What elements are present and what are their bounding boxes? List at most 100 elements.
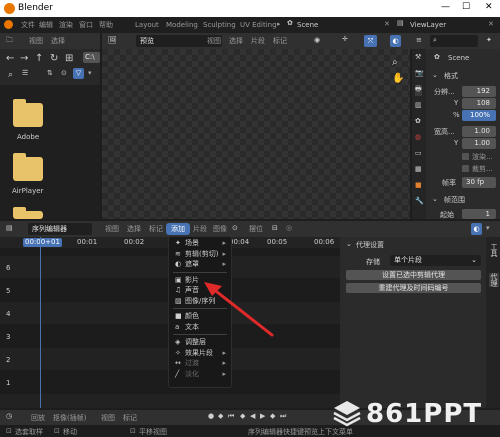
add-menu-item[interactable]: ◐ 遮罩 ▸ <box>169 259 231 270</box>
add-menu-item[interactable]: ≋ 剪辑(剪切) ▸ <box>169 249 231 260</box>
zoom-icon[interactable]: ⌕ <box>392 57 398 68</box>
add-menu-item[interactable]: ╱ 淡化 ▸ <box>169 369 231 380</box>
jump-start-icon[interactable]: ⏮ <box>228 412 234 421</box>
overlays-dropdown-icon[interactable]: ▾ <box>486 224 490 232</box>
folder-label[interactable]: AirPlayer <box>12 187 43 195</box>
sequencer-select-menu[interactable]: 选择 <box>122 223 146 235</box>
parent-directory-icon[interactable]: ↑ <box>35 53 43 64</box>
rebuild-proxy-button[interactable]: 重建代理及时间码编号 <box>346 283 481 293</box>
path-field[interactable]: C:\ <box>83 52 100 63</box>
proxy-section-arrow-icon[interactable]: ⌄ <box>346 240 352 248</box>
view-layer-name[interactable]: ViewLayer <box>410 21 446 29</box>
render-region-checkbox[interactable] <box>462 153 469 160</box>
prev-keyframe-icon[interactable]: ◆ <box>240 412 245 420</box>
play-icon[interactable]: ▶ <box>260 412 265 420</box>
timeline-editor-icon[interactable]: ◷ <box>6 412 12 420</box>
next-keyframe-icon[interactable]: ◆ <box>270 412 275 420</box>
gizmo-icon[interactable]: ✛ <box>342 35 348 43</box>
filter-dropdown-icon[interactable]: ▾ <box>88 69 92 77</box>
overlays-icon[interactable]: ◐ <box>390 35 401 47</box>
blender-menu-icon[interactable] <box>4 20 13 29</box>
filter-icon[interactable]: ▽ <box>73 68 84 79</box>
preview-marker-menu[interactable]: 标记 <box>268 35 292 47</box>
tab-uv-editing[interactable]: UV Editing <box>235 19 282 31</box>
add-menu-item[interactable]: ↔ 过渡 ▸ <box>169 358 231 369</box>
scene-name[interactable]: Scene <box>297 21 318 29</box>
sequencer-overlays-icon[interactable]: ◐ <box>471 223 482 235</box>
output-tab-icon[interactable]: 🖶 <box>415 85 422 96</box>
sequencer-image-menu[interactable]: 图像 <box>208 223 232 235</box>
sequencer-editor-icon[interactable]: ▤ <box>6 224 13 232</box>
file-browser-select-menu[interactable]: 选择 <box>46 35 70 47</box>
close-view-layer-icon[interactable]: ✕ <box>488 20 494 28</box>
close-scene-icon[interactable]: ✕ <box>384 20 390 28</box>
sidebar-tab-tool[interactable]: 工具 <box>489 243 499 257</box>
storage-dropdown[interactable]: 单个片段 ⌄ <box>390 255 481 266</box>
timeline-marker-menu[interactable]: 标记 <box>118 412 142 424</box>
keyframe-type-icon[interactable]: ◆ <box>218 412 223 420</box>
frame-start-field[interactable]: 1 <box>462 209 496 219</box>
folder-icon[interactable] <box>13 153 43 181</box>
modifier-tab-icon[interactable]: 🔧 <box>415 197 424 205</box>
close-window-button[interactable]: ✕ <box>485 2 493 12</box>
snap-dropdown[interactable]: 摆位 <box>244 223 268 235</box>
view-layer-tab-icon[interactable]: ▥ <box>415 101 422 109</box>
tab-layout[interactable]: Layout <box>130 19 164 31</box>
proportional-icon[interactable]: ◎ <box>286 224 292 232</box>
frame-range-arrow-icon[interactable]: ⌄ <box>432 195 438 203</box>
pin-icon[interactable]: ✦ <box>486 36 492 44</box>
sequencer-view-menu[interactable]: 视图 <box>100 223 124 235</box>
render-tab-icon[interactable]: 📷 <box>415 69 424 77</box>
add-menu-item[interactable]: ✦ 场景 ▸ <box>169 238 231 249</box>
minimize-button[interactable]: — <box>441 2 450 12</box>
new-folder-icon[interactable]: ⊞ <box>65 53 73 64</box>
workspace-scroll-arrow-icon[interactable]: ▸ <box>277 20 281 28</box>
world-tab-icon[interactable]: ◍ <box>415 133 421 141</box>
set-selected-proxy-button[interactable]: 设置已选中剪辑代理 <box>346 270 481 280</box>
tool-tab-icon[interactable]: ⚒ <box>415 53 421 61</box>
play-reverse-icon[interactable]: ◀ <box>250 412 255 420</box>
refresh-icon[interactable]: ↻ <box>50 53 58 64</box>
display-channels-icon[interactable]: ◉ <box>314 36 320 44</box>
current-frame-indicator[interactable]: 00:00+01 <box>23 238 62 247</box>
menu-help[interactable]: 帮助 <box>94 19 118 31</box>
format-section-title[interactable]: 格式 <box>444 71 458 81</box>
preview-strip-menu[interactable]: 片段 <box>246 35 270 47</box>
resolution-percent-field[interactable]: 100% <box>462 110 496 121</box>
properties-editor-icon[interactable]: ≡ <box>416 36 422 44</box>
folder-icon[interactable] <box>13 99 43 127</box>
file-browser-view-menu[interactable]: 视图 <box>24 35 48 47</box>
folder-label[interactable]: Adobe <box>17 133 39 141</box>
sequencer-marker-menu[interactable]: 标记 <box>144 223 168 235</box>
resolution-x-field[interactable]: 192 <box>462 86 496 97</box>
frame-range-title[interactable]: 帧范围 <box>444 195 465 205</box>
playhead-line[interactable] <box>40 237 41 408</box>
pivot-icon[interactable]: ⊙ <box>232 224 238 232</box>
hand-pan-icon[interactable]: ✋ <box>392 73 404 84</box>
sequencer-editor-dropdown[interactable]: 序列编辑器 <box>28 223 92 235</box>
preview-select-menu[interactable]: 选择 <box>224 35 248 47</box>
preview-editor-type-icon[interactable]: 🖼 <box>108 36 117 44</box>
sort-icon[interactable]: ⇅ <box>47 69 53 77</box>
show-gizmo-icon[interactable]: ⤧ <box>364 35 377 47</box>
fps-dropdown[interactable]: 30 fp <box>462 177 496 188</box>
resolution-y-field[interactable]: 108 <box>462 98 496 109</box>
aspect-x-field[interactable]: 1.00 <box>462 126 496 137</box>
sequencer-add-menu[interactable]: 添加 <box>166 223 190 235</box>
proxy-section-title[interactable]: 代理设置 <box>356 240 384 250</box>
timeline-playback-menu[interactable]: 回放 <box>26 412 50 424</box>
preview-canvas[interactable]: ⌕ ✋ <box>102 49 410 219</box>
crop-checkbox[interactable] <box>462 165 469 172</box>
search-icon[interactable]: ⌕ <box>8 70 13 80</box>
back-arrow-icon[interactable]: ← <box>6 53 14 64</box>
editor-type-icon[interactable]: 🗀 <box>6 36 13 47</box>
snap-icon[interactable]: ⊟ <box>272 224 278 232</box>
jump-end-icon[interactable]: ⏭ <box>280 412 286 421</box>
scene-tab-icon[interactable]: ✿ <box>415 117 421 125</box>
object-tab-icon[interactable]: ■ <box>415 181 422 189</box>
format-section-arrow-icon[interactable]: ⌄ <box>432 71 438 79</box>
view-thumbnails-icon[interactable]: ☰ <box>22 69 28 77</box>
timeline-keying-menu[interactable]: 抠像(插帧) <box>48 412 91 424</box>
hide-dots-icon[interactable]: ⊙ <box>61 69 67 77</box>
preview-view-menu[interactable]: 视图 <box>202 35 226 47</box>
